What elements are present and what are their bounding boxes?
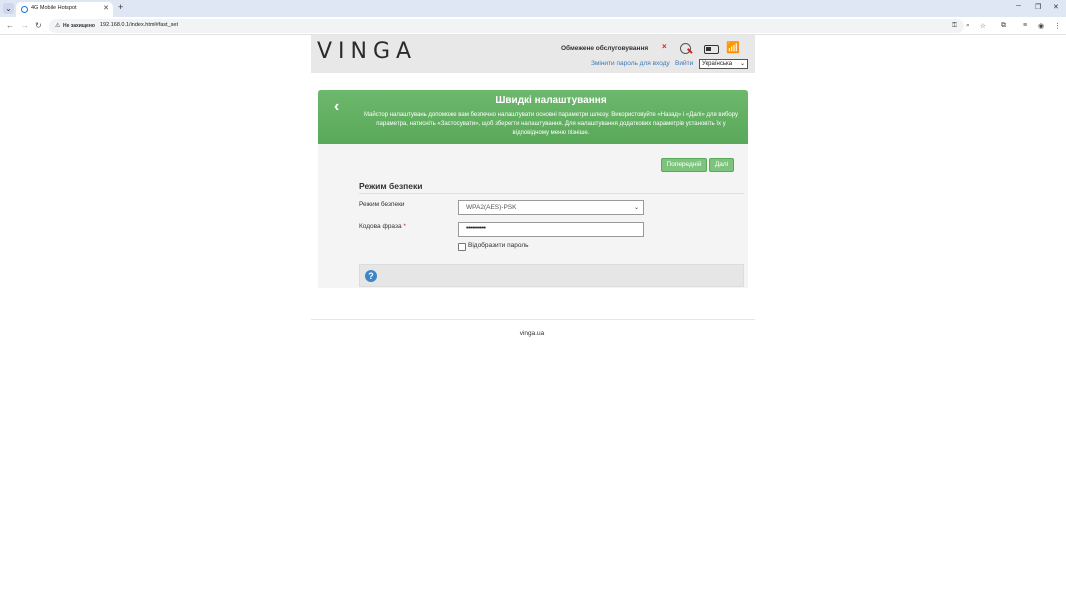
chevron-down-icon: ⌄ <box>739 61 745 67</box>
router-page: VINGA Обмежене обслуговування × 📶 Змінит… <box>311 35 755 345</box>
warning-icon[interactable]: ⚠ <box>55 22 60 29</box>
vinga-logo: VINGA <box>317 39 418 64</box>
security-mode-label: Режим безпеки <box>359 201 405 208</box>
help-icon[interactable]: ? <box>365 270 377 282</box>
required-mark: * <box>403 223 406 230</box>
browser-tab[interactable]: 4G Mobile Hotspot ✕ <box>16 2 113 17</box>
logout-link[interactable]: Вийти <box>675 60 693 67</box>
new-tab-button[interactable]: + <box>118 2 123 12</box>
no-signal-icon: × <box>662 42 667 51</box>
passphrase-label: Кодова фраза * <box>359 223 406 230</box>
insecure-label[interactable]: Не захищено <box>63 23 95 29</box>
security-mode-value: WPA2(AES)-PSK <box>466 204 517 211</box>
close-tab-icon[interactable]: ✕ <box>103 4 109 12</box>
change-password-link[interactable]: Змінити пароль для входу <box>591 60 670 67</box>
zoom-icon[interactable]: ⌕ <box>966 22 970 30</box>
media-icon[interactable]: ≡ <box>1023 22 1027 29</box>
star-icon[interactable]: ☆ <box>980 22 986 30</box>
divider <box>359 193 744 194</box>
passphrase-label-text: Кодова фраза <box>359 223 402 230</box>
previous-button[interactable]: Попередній <box>661 158 707 172</box>
wifi-icon: 📶 <box>726 42 740 54</box>
page-header: VINGA Обмежене обслуговування × 📶 Змінит… <box>311 35 755 73</box>
language-select[interactable]: Українська ⌄ <box>699 59 748 69</box>
reload-icon[interactable]: ↻ <box>35 21 42 30</box>
menu-icon[interactable]: ⋮ <box>1054 22 1061 30</box>
footer-divider <box>311 319 755 320</box>
address-bar[interactable]: ⚠ Не захищено 192.168.0.1/index.html#fas… <box>49 19 986 33</box>
passphrase-input[interactable]: •••••••••• <box>458 222 644 237</box>
window-close-icon[interactable]: ✕ <box>1053 3 1059 11</box>
url-text[interactable]: 192.168.0.1/index.html#fast_set <box>100 22 178 28</box>
service-status: Обмежене обслуговування <box>561 45 649 52</box>
tab-search-icon[interactable]: ⌄ <box>3 3 14 14</box>
language-value: Українська <box>702 61 733 67</box>
wizard-title: Швидкі налаштування <box>495 95 607 106</box>
footer-link[interactable]: vinga.ua <box>311 330 753 337</box>
browser-tab-bar: ⌄ 4G Mobile Hotspot ✕ + ─ ❐ ✕ <box>0 0 1066 17</box>
wizard-banner: ‹ Швидкі налаштування Майстор налаштуван… <box>318 90 748 144</box>
key-icon[interactable]: ⚿ <box>952 22 957 30</box>
favicon-icon <box>21 6 28 13</box>
extensions-icon[interactable]: ⧉ <box>1001 22 1006 30</box>
show-password-checkbox[interactable] <box>458 243 466 251</box>
minimize-icon[interactable]: ─ <box>1016 3 1021 10</box>
quick-setup-wizard: ‹ Швидкі налаштування Майстор налаштуван… <box>318 90 748 288</box>
browser-toolbar: ← → ↻ ⚠ Не захищено 192.168.0.1/index.ht… <box>0 17 1066 35</box>
network-disconnected-icon <box>680 43 691 54</box>
next-button[interactable]: Далі <box>709 158 734 172</box>
wizard-description: Майстор налаштувань допоможе вам безпечн… <box>363 112 739 136</box>
profile-icon[interactable]: ◉ <box>1038 22 1044 30</box>
chevron-down-icon: ⌄ <box>633 205 639 211</box>
restore-icon[interactable]: ❐ <box>1035 3 1041 11</box>
help-panel: ? <box>359 264 744 287</box>
show-password-label[interactable]: Відобразити пароль <box>468 242 529 249</box>
back-icon[interactable]: ← <box>6 21 14 30</box>
section-title: Режим безпеки <box>359 181 423 191</box>
forward-icon[interactable]: → <box>21 21 29 30</box>
tab-title: 4G Mobile Hotspot <box>31 5 77 11</box>
battery-icon <box>704 45 719 54</box>
security-mode-select[interactable]: WPA2(AES)-PSK ⌄ <box>458 200 644 215</box>
